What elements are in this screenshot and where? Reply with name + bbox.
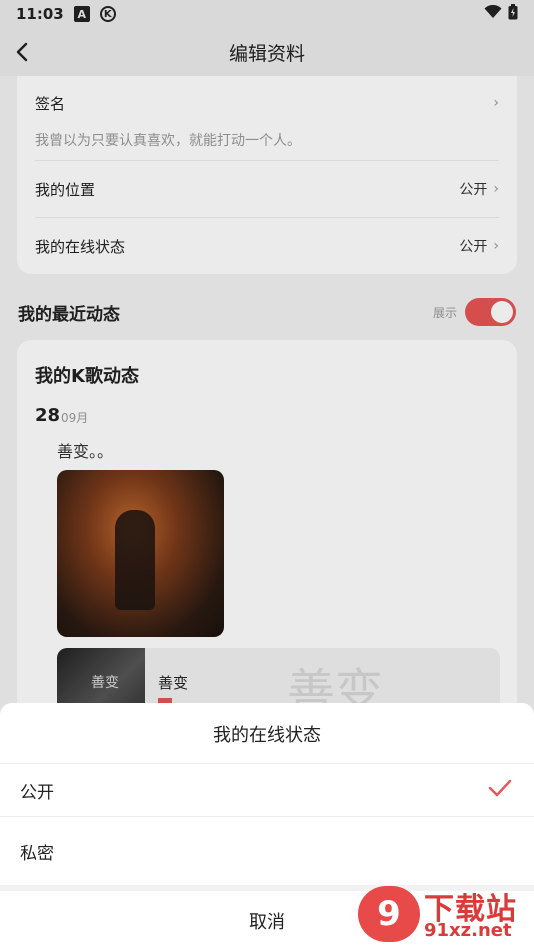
logo-url: 91xz.net: [424, 920, 512, 941]
option-label: 公开: [20, 782, 54, 803]
option-label: 私密: [20, 843, 54, 864]
divider: [0, 816, 534, 817]
option-public[interactable]: 公开: [0, 764, 534, 816]
checkmark-icon: [488, 778, 512, 803]
sheet-title: 我的在线状态: [213, 725, 321, 746]
option-private[interactable]: 私密: [0, 825, 534, 877]
logo-number: 9: [358, 886, 420, 942]
site-logo: 9 下载站 91xz.net: [358, 884, 528, 946]
